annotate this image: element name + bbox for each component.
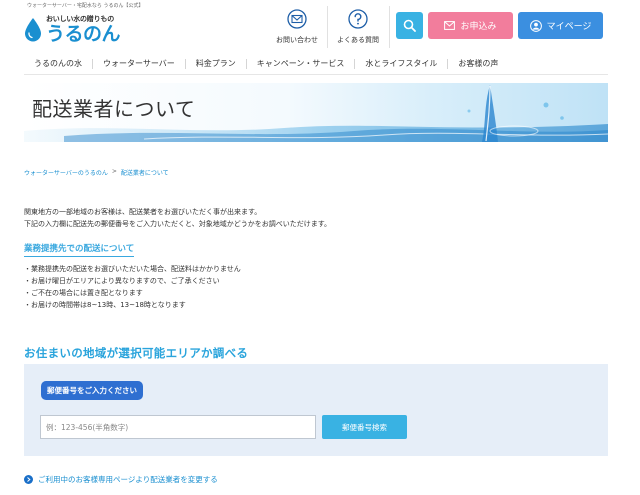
breadcrumb: ウォーターサーバーのうるのん > 配送業者について — [24, 168, 169, 177]
list-item: ・業務提携先の配送をお選びいただいた場合、配送料はかかりません — [24, 265, 241, 273]
mypage-label: マイページ — [546, 22, 592, 32]
zip-input[interactable] — [40, 415, 316, 439]
nav-item-campaign[interactable]: キャンペーン・サービス — [247, 58, 356, 69]
chevron-right-icon — [24, 475, 33, 484]
partner-section-heading: 業務提携先での配送について — [24, 242, 135, 257]
faq-label: よくある質問 — [337, 36, 379, 44]
search-icon — [403, 19, 416, 32]
nav-item-pricing[interactable]: 料金プラン — [186, 58, 247, 69]
contact-link[interactable]: お問い合わせ — [267, 9, 327, 45]
change-carrier-label: ご利用中のお客様専用ページより配送業者を変更する — [38, 475, 218, 484]
breadcrumb-home[interactable]: ウォーターサーバーのうるのん — [24, 168, 108, 177]
breadcrumb-separator: > — [111, 168, 117, 175]
nav-item-water-server[interactable]: ウォーターサーバー — [93, 58, 186, 69]
apply-button[interactable]: お申込み — [428, 12, 513, 39]
faq-link[interactable]: よくある質問 — [328, 9, 388, 45]
list-item: ・お届けの時間帯は8~13時、13~18時となります — [24, 301, 186, 309]
site-logo[interactable]: おいしい水の贈りもの うるのん — [24, 14, 121, 45]
question-icon — [348, 9, 368, 29]
search-button[interactable] — [396, 12, 423, 39]
hero-banner: 配送業者について — [24, 83, 608, 142]
intro-text: 関東地方の一部地域のお客様は、配送業者をお選びいただく事が出来ます。 下記の入力… — [24, 206, 331, 230]
breadcrumb-current: 配送業者について — [120, 170, 169, 177]
mail-icon — [287, 9, 307, 29]
list-item: ・お届け曜日がエリアにより異なりますので、ご了承ください — [24, 277, 220, 285]
site-tagline: ウォーターサーバー・宅配水なら うるのん【公式】 — [27, 3, 144, 9]
water-drop-logo-icon — [25, 17, 41, 41]
page-title: 配送業者について — [32, 97, 196, 121]
nav-item-lifestyle[interactable]: 水とライフスタイル — [355, 58, 449, 69]
user-icon — [529, 19, 542, 32]
header-divider — [389, 6, 390, 48]
nav-item-water[interactable]: うるのんの水 — [24, 58, 93, 69]
zip-search-panel: 郵便番号をご入力ください 郵便番号検索 — [24, 364, 608, 456]
envelope-icon — [444, 21, 456, 30]
zip-search-button[interactable]: 郵便番号検索 — [322, 415, 407, 439]
contact-label: お問い合わせ — [276, 36, 318, 44]
partner-bullet-list: ・業務提携先の配送をお選びいただいた場合、配送料はかかりません ・お届け曜日がエ… — [24, 263, 241, 311]
zip-label-badge: 郵便番号をご入力ください — [41, 381, 143, 400]
mypage-button[interactable]: マイページ — [518, 12, 603, 39]
apply-label: お申込み — [460, 22, 497, 32]
global-nav: うるのんの水 ウォーターサーバー 料金プラン キャンペーン・サービス 水とライフ… — [24, 53, 608, 75]
area-check-heading: お住まいの地域が選択可能エリアか調べる — [24, 346, 249, 360]
list-item: ・ご不在の場合には置き配となります — [24, 289, 143, 297]
logo-name: うるのん — [46, 23, 121, 45]
intro-line: 関東地方の一部地域のお客様は、配送業者をお選びいただく事が出来ます。 — [24, 208, 262, 216]
nav-item-reviews[interactable]: お客様の声 — [448, 59, 508, 69]
intro-line: 下記の入力欄に配送先の郵便番号をご入力いただくと、対象地域かどうかをお調べいただ… — [24, 220, 332, 228]
change-carrier-link[interactable]: ご利用中のお客様専用ページより配送業者を変更する — [24, 474, 218, 485]
